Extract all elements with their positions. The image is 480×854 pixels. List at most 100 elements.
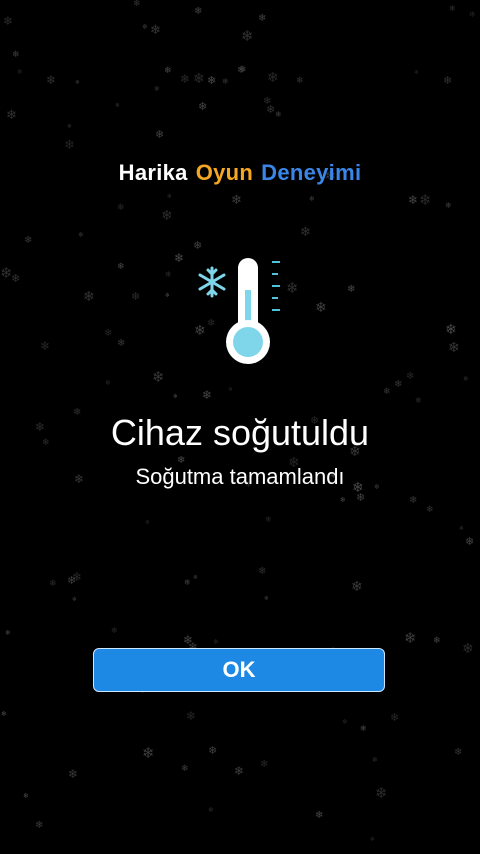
snowflake-decoration: ❄ bbox=[167, 193, 173, 200]
snowflake-decoration: ❄ bbox=[267, 70, 279, 86]
snowflake-decoration: ❄ bbox=[72, 570, 83, 584]
snowflake-decoration: ❄ bbox=[445, 201, 452, 210]
snowflake-decoration: ❄ bbox=[154, 85, 160, 93]
snowflake-decoration: ❄ bbox=[315, 810, 324, 821]
snowflake-decoration: ❄ bbox=[67, 574, 77, 587]
snowflake-decoration: ❄ bbox=[64, 138, 75, 153]
status-title: Cihaz soğutuldu bbox=[110, 412, 370, 453]
snowflake-decoration: ❄ bbox=[239, 65, 247, 75]
snowflake-decoration: ❄ bbox=[165, 292, 171, 299]
snowflake-decoration: ❄ bbox=[111, 626, 118, 635]
snowflake-decoration: ❄ bbox=[264, 595, 270, 602]
status-subtitle: Soğutma tamamlandı bbox=[135, 464, 345, 489]
snowflake-decoration: ❄ bbox=[445, 322, 457, 338]
snowflake-decoration: ❄ bbox=[426, 505, 434, 515]
thermometer-snowflake-icon bbox=[190, 250, 290, 370]
snowflake-decoration: ❄ bbox=[24, 235, 33, 246]
snowflake-decoration: ❄ bbox=[449, 4, 456, 13]
snowflake-decoration: ❄ bbox=[454, 747, 463, 758]
snowflake-decoration: ❄ bbox=[309, 195, 315, 203]
snowflake-decoration: ❄ bbox=[68, 767, 79, 781]
snowflake-decoration: ❄ bbox=[222, 77, 229, 86]
snowflake-decoration: ❄ bbox=[415, 396, 422, 405]
snowflake-decoration: ❄ bbox=[142, 23, 148, 31]
snowflake-decoration: ❄ bbox=[0, 264, 13, 282]
snowflake-decoration: ❄ bbox=[340, 496, 346, 504]
snowflake-decoration: ❄ bbox=[383, 387, 391, 397]
headline-word-2: Oyun bbox=[195, 160, 254, 185]
snowflake-decoration: ❄ bbox=[241, 27, 254, 45]
snowflake-decoration: ❄ bbox=[194, 6, 203, 17]
snowflake-decoration: ❄ bbox=[3, 14, 14, 28]
snowflake-decoration: ❄ bbox=[419, 191, 432, 209]
snowflake-decoration: ❄ bbox=[198, 100, 208, 113]
snowflake-decoration: ❄ bbox=[375, 784, 388, 802]
snowflake-decoration: ❄ bbox=[414, 69, 420, 76]
snowflake-decoration: ❄ bbox=[409, 495, 418, 506]
snowflake-decoration: ❄ bbox=[174, 251, 185, 265]
snowflake-decoration: ❄ bbox=[1, 710, 7, 718]
snowflake-decoration: ❄ bbox=[315, 300, 327, 316]
snowflake-decoration: ❄ bbox=[117, 338, 126, 349]
snowflake-decoration: ❄ bbox=[275, 110, 282, 119]
snowflake-decoration: ❄ bbox=[5, 629, 11, 637]
snowflake-decoration: ❄ bbox=[173, 393, 179, 400]
snowflake-decoration: ❄ bbox=[234, 764, 245, 778]
snowflake-decoration: ❄ bbox=[117, 262, 125, 272]
snowflake-decoration: ❄ bbox=[390, 711, 400, 724]
snowflake-decoration: ❄ bbox=[351, 579, 363, 595]
snowflake-decoration: ❄ bbox=[164, 66, 172, 76]
snowflake-decoration: ❄ bbox=[448, 340, 460, 356]
snowflake-decoration: ❄ bbox=[161, 208, 173, 224]
snowflake-decoration: ❄ bbox=[46, 73, 57, 87]
snowflake-decoration: ❄ bbox=[17, 68, 23, 76]
snowflake-decoration: ❄ bbox=[258, 566, 267, 577]
snowflake-decoration: ❄ bbox=[208, 744, 218, 757]
headline-word-1: Harika bbox=[118, 160, 188, 185]
snowflake-decoration: ❄ bbox=[67, 123, 73, 130]
snowflake-decoration: ❄ bbox=[193, 71, 205, 87]
snowflake-decoration: ❄ bbox=[40, 339, 51, 353]
snowflake-decoration: ❄ bbox=[72, 596, 78, 603]
ok-button[interactable]: OK bbox=[93, 648, 385, 692]
snowflake-decoration: ❄ bbox=[75, 79, 81, 86]
snowflake-decoration: ❄ bbox=[459, 525, 465, 532]
snowflake-decoration: ❄ bbox=[117, 203, 125, 213]
snowflake-decoration: ❄ bbox=[180, 72, 191, 86]
snowflake-decoration: ❄ bbox=[347, 284, 356, 295]
snowflake-decoration: ❄ bbox=[78, 231, 84, 239]
snowflake-decoration: ❄ bbox=[11, 272, 21, 285]
snowflake-decoration: ❄ bbox=[6, 108, 17, 123]
snowflake-decoration: ❄ bbox=[104, 328, 113, 339]
snowflake-decoration: ❄ bbox=[237, 65, 246, 76]
snowflake-decoration: ❄ bbox=[23, 792, 29, 800]
snowflake-decoration: ❄ bbox=[228, 386, 234, 393]
snowflake-decoration: ❄ bbox=[260, 759, 269, 770]
snowflake-decoration: ❄ bbox=[258, 13, 267, 24]
headline: Harika Oyun Deneyimi bbox=[0, 160, 480, 186]
snowflake-decoration: ❄ bbox=[193, 574, 199, 581]
snowflake-decoration: ❄ bbox=[208, 806, 214, 814]
snowflake-decoration: ❄ bbox=[300, 225, 311, 240]
snowflake-decoration: ❄ bbox=[265, 515, 272, 524]
snowflake-decoration: ❄ bbox=[49, 579, 57, 589]
snowflake-decoration: ❄ bbox=[145, 519, 151, 526]
snowflake-decoration: ❄ bbox=[181, 764, 189, 774]
snowflake-decoration: ❄ bbox=[35, 820, 44, 831]
snowflake-decoration: ❄ bbox=[165, 270, 172, 279]
snowflake-decoration: ❄ bbox=[263, 96, 272, 107]
snowflake-decoration: ❄ bbox=[83, 289, 95, 305]
snowflake-decoration: ❄ bbox=[150, 23, 161, 38]
headline-word-3: Deneyimi bbox=[261, 160, 362, 185]
snowflake-decoration: ❄ bbox=[207, 74, 217, 87]
snowflake-decoration: ❄ bbox=[12, 50, 20, 60]
snowflake-decoration: ❄ bbox=[105, 379, 111, 387]
snowflake-decoration: ❄ bbox=[266, 103, 276, 116]
snowflake-decoration: ❄ bbox=[231, 193, 242, 208]
snowflake-decoration: ❄ bbox=[370, 836, 376, 843]
snowflake-decoration: ❄ bbox=[186, 709, 197, 723]
snowflake-decoration: ❄ bbox=[133, 0, 141, 9]
snowflake-decoration: ❄ bbox=[394, 379, 403, 390]
snowflake-decoration: ❄ bbox=[202, 388, 213, 402]
snowflake-decoration: ❄ bbox=[131, 290, 141, 303]
